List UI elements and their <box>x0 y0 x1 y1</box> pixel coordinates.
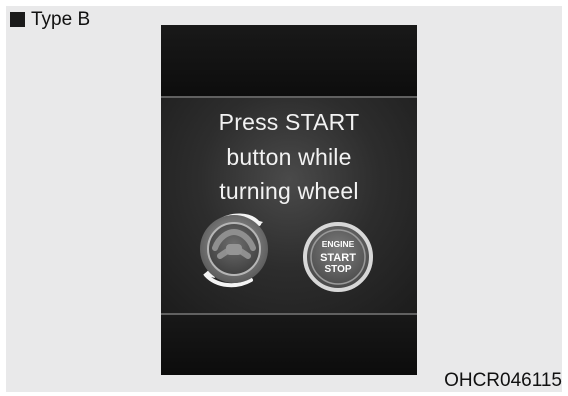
message-line-1: Press START <box>218 109 360 135</box>
engine-button-text-line-1: ENGINE <box>322 239 355 249</box>
message-line-2: button while <box>226 144 352 170</box>
engine-button-text-line-3: STOP <box>324 264 351 275</box>
bullet-square-icon <box>10 12 25 27</box>
display-top-bar <box>161 25 417 96</box>
engine-start-stop-button-icon: ENGINE START STOP <box>302 221 374 293</box>
instrument-display: Press START button while turning wheel E… <box>161 25 417 375</box>
engine-button-text-line-2: START <box>320 252 356 264</box>
steering-wheel-icon <box>193 204 275 290</box>
document-figure: Type B Press START button while turning … <box>0 0 568 396</box>
message-line-3: turning wheel <box>219 178 359 204</box>
type-label-text: Type B <box>31 9 91 30</box>
type-heading: Type B <box>10 10 90 29</box>
display-bottom-bar <box>161 315 417 375</box>
figure-code: OHCR046115 <box>444 370 562 391</box>
